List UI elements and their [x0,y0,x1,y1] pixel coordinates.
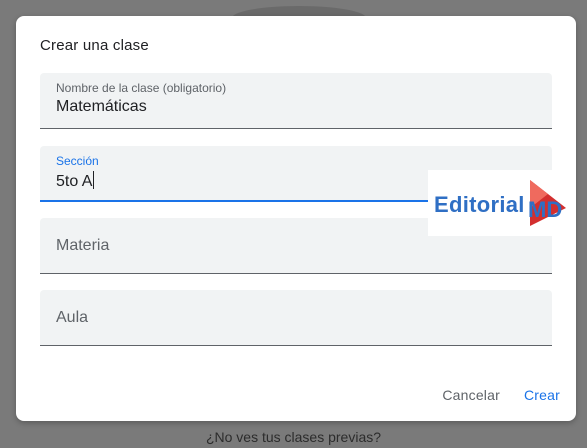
room-field[interactable]: Aula [40,290,552,346]
create-button[interactable]: Crear [524,387,560,403]
class-name-label: Nombre de la clase (obligatorio) [56,81,227,95]
room-placeholder: Aula [56,309,89,326]
watermark-logo: Editorial MD [428,170,571,236]
dialog-title: Crear una clase [40,37,149,54]
class-name-value: Matemáticas [56,98,147,115]
previous-classes-link[interactable]: ¿No ves tus clases previas? [0,429,587,445]
section-value-wrapper: 5to A [56,171,95,191]
md-logo-icon: MD [528,180,566,226]
section-label: Sección [56,154,99,168]
cancel-button[interactable]: Cancelar [442,387,500,403]
subject-placeholder: Materia [56,237,110,254]
text-caret [93,171,95,189]
svg-text:MD: MD [528,197,562,222]
section-value: 5to A [56,173,93,190]
class-name-field[interactable]: Nombre de la clase (obligatorio) Matemát… [40,73,552,129]
dialog-actions: Cancelar Crear [442,387,560,403]
watermark-text: Editorial [434,192,525,217]
